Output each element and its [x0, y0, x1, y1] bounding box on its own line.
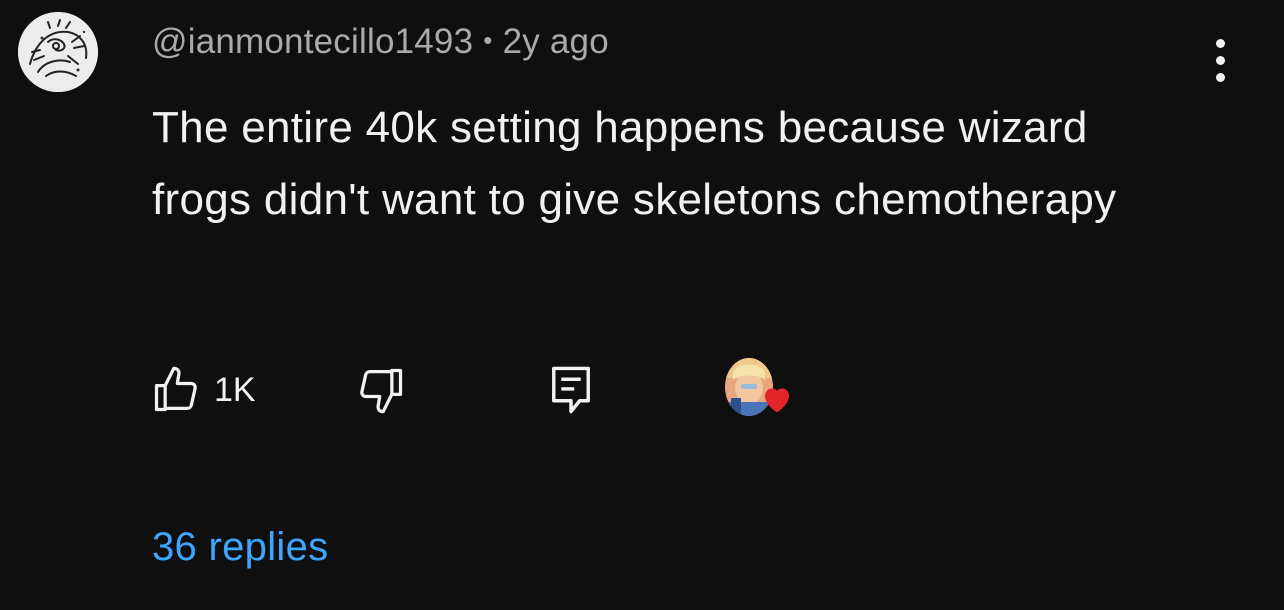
more-vertical-icon[interactable] [1200, 30, 1240, 90]
like-button[interactable]: 1K [150, 360, 256, 420]
avatar-sketch-icon [18, 12, 98, 92]
thumbs-up-icon [154, 366, 197, 412]
comment-timestamp[interactable]: 2y ago [503, 22, 609, 61]
meta-separator: • [483, 25, 493, 55]
dislike-button[interactable] [355, 360, 407, 420]
author-avatar[interactable] [18, 12, 98, 92]
creator-heart-badge[interactable] [725, 358, 805, 420]
view-replies-link[interactable]: 36 replies [152, 525, 328, 570]
author-handle[interactable]: @ianmontecillo1493 [152, 22, 473, 61]
heart-icon [765, 388, 789, 413]
like-count: 1K [214, 370, 256, 409]
thumbs-down-icon [360, 368, 403, 414]
comment-text: The entire 40k setting happens because w… [152, 103, 1117, 224]
reply-comment-icon [552, 366, 590, 414]
comment-thread-item: @ianmontecillo1493 • 2y ago The entire 40k… [0, 0, 1284, 610]
comment-meta: @ianmontecillo1493 • 2y ago [152, 22, 609, 62]
reply-button[interactable] [545, 360, 597, 420]
